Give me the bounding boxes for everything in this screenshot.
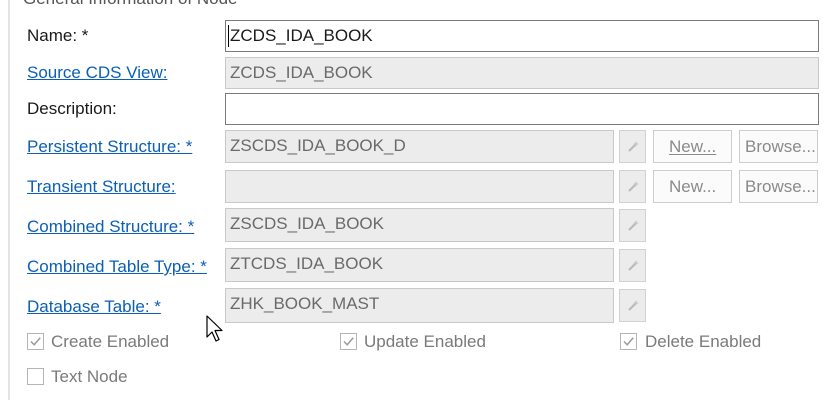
text-node-checkbox[interactable] [27, 368, 44, 385]
combined-structure-field: ZSCDS_IDA_BOOK [225, 208, 614, 242]
source-cds-view-link[interactable]: Source CDS View: [27, 63, 167, 83]
database-table-wizard-button[interactable] [619, 289, 646, 322]
update-enabled-checkbox[interactable] [340, 333, 357, 350]
transient-structure-wizard-button[interactable] [619, 170, 646, 203]
create-enabled-label: Create Enabled [51, 332, 170, 351]
source-cds-view-field: ZCDS_IDA_BOOK [225, 57, 819, 89]
combined-table-type-wizard-button[interactable] [619, 249, 646, 282]
browse-button-label: Browse... [745, 137, 816, 156]
magic-wand-icon [627, 219, 639, 231]
combined-table-type-link[interactable]: Combined Table Type: * [27, 257, 207, 277]
checkmark-icon [30, 337, 41, 346]
checkmark-icon [623, 337, 634, 346]
update-enabled-label: Update Enabled [364, 332, 486, 351]
combined-structure-wizard-button[interactable] [619, 209, 646, 242]
magic-wand-icon [627, 259, 639, 271]
group-title: General Information of Node [20, 0, 241, 9]
persistent-structure-link[interactable]: Persistent Structure: * [27, 137, 192, 157]
text-node-label: Text Node [51, 367, 128, 386]
magic-wand-icon [627, 299, 639, 311]
name-field[interactable]: ZCDS_IDA_BOOK [225, 20, 819, 52]
database-table-link[interactable]: Database Table: * [27, 297, 161, 317]
delete-enabled-checkbox[interactable] [620, 333, 637, 350]
delete-enabled-label: Delete Enabled [645, 332, 762, 351]
name-label: Name: * [27, 26, 89, 45]
description-label: Description: [27, 99, 117, 118]
magic-wand-icon [627, 180, 639, 192]
description-field[interactable] [225, 93, 819, 125]
combined-table-type-field: ZTCDS_IDA_BOOK [225, 248, 614, 282]
node-general-info-panel: General Information of Node Name: * ZCDS… [0, 0, 836, 400]
new-button-label: New... [669, 177, 717, 196]
group-border [8, 0, 10, 400]
combined-structure-link[interactable]: Combined Structure: * [27, 217, 194, 237]
transient-structure-link[interactable]: Transient Structure: [27, 177, 176, 197]
persistent-structure-field: ZSCDS_IDA_BOOK_D [225, 130, 614, 163]
persistent-structure-new-button[interactable]: New... [653, 130, 732, 163]
checkmark-icon [343, 337, 354, 346]
create-enabled-checkbox[interactable] [27, 333, 44, 350]
magic-wand-icon [627, 140, 639, 152]
mouse-pointer-icon [206, 315, 226, 348]
browse-button-label: Browse... [745, 177, 816, 196]
persistent-structure-wizard-button[interactable] [619, 130, 646, 163]
new-button-label: New... [669, 137, 717, 156]
persistent-structure-browse-button[interactable]: Browse... [739, 130, 818, 163]
transient-structure-field [225, 170, 614, 203]
transient-structure-new-button[interactable]: New... [653, 170, 732, 203]
text-caret [228, 25, 229, 47]
transient-structure-browse-button[interactable]: Browse... [739, 170, 818, 203]
database-table-field: ZHK_BOOK_MAST [225, 288, 614, 323]
